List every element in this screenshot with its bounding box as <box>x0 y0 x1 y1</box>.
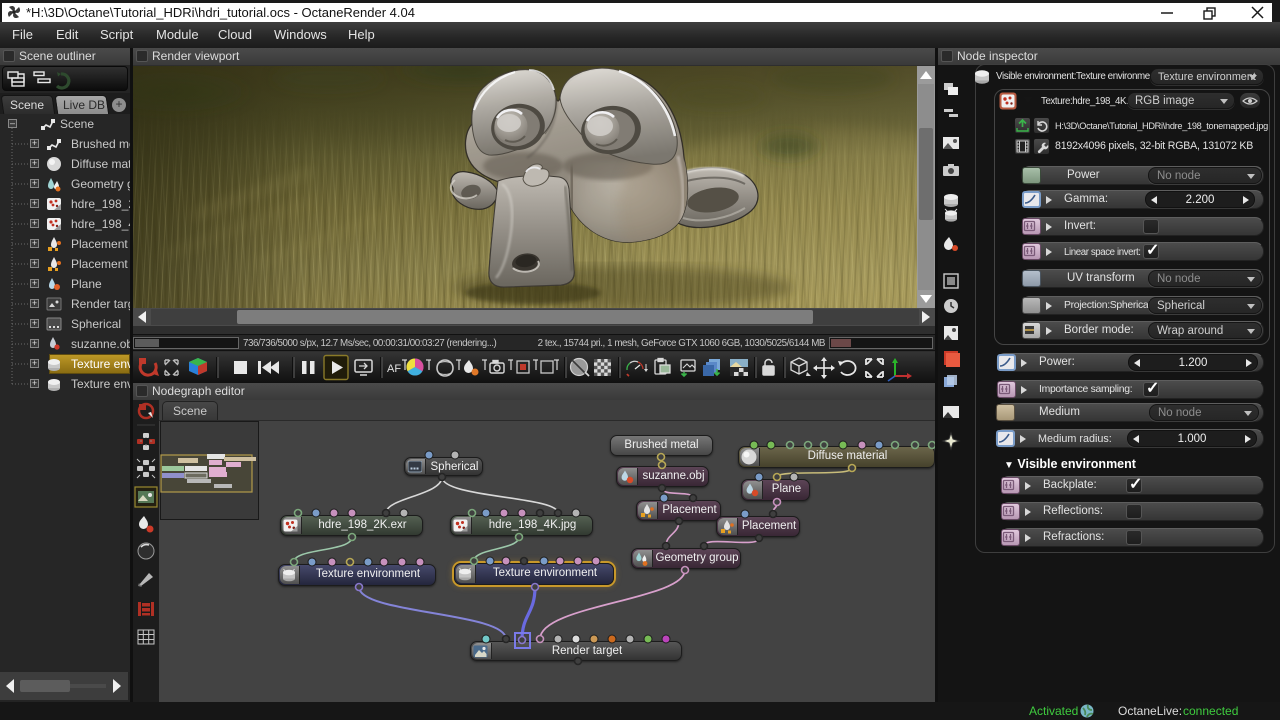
svg-text:AF: AF <box>387 363 401 375</box>
